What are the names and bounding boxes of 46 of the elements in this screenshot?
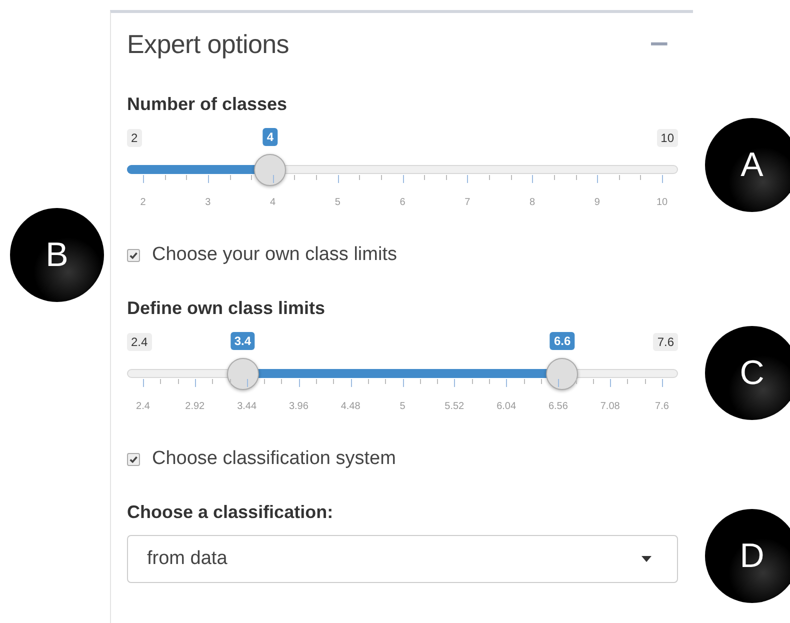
value-label: 6.6 [550,332,575,350]
checkbox-label[interactable]: Choose classification system [152,447,396,471]
slider-handle[interactable] [546,358,578,390]
scale-label: 4.48 [340,401,360,412]
scale-label: 6.56 [548,401,568,412]
field-label: Define own class limits [127,297,326,319]
scale-label: 8 [529,197,536,208]
scale-label: 7.6 [655,401,669,412]
callout-marker: A [705,118,790,212]
scale-label: 5 [400,401,406,412]
scale-label: 7 [464,197,470,208]
caret-icon [641,556,652,562]
scale-label: 4 [270,197,276,208]
scale-label: 3 [205,197,211,208]
slider-handle[interactable] [254,154,286,186]
callout-marker: B [10,208,104,302]
scale-label: 5.52 [444,401,464,412]
checkbox-label[interactable]: Choose your own class limits [152,243,397,267]
max-label: 7.6 [653,333,678,351]
scale-label: 6.04 [496,401,516,412]
checkbox[interactable] [127,248,140,262]
scale-label: 2.92 [185,401,205,412]
field-label: Number of classes [127,93,288,115]
slider-handle[interactable] [226,358,259,390]
field-label: Choose a classification: [127,501,334,523]
scale-label: 3.96 [288,401,308,412]
scale-label: 9 [594,197,600,208]
scale-label: 7.08 [600,401,620,412]
min-label: 2 [127,129,142,147]
max-label: 10 [656,129,678,147]
scale-label: 10 [656,197,668,208]
scale-label: 2 [140,197,146,208]
min-label: 2.4 [127,333,152,351]
classification-dropdown[interactable]: from data [127,535,678,583]
slider-track[interactable] [127,154,678,186]
value-label: 3.4 [230,332,256,350]
checkbox[interactable] [127,452,140,466]
callout-marker: D [705,509,790,603]
value-label: 4 [262,128,278,146]
slider-track[interactable] [127,358,678,390]
panel-title: Expert options [127,28,290,60]
callout-marker: C [705,326,790,420]
scale-label: 3.44 [237,401,257,412]
scale-label: 6 [400,197,406,208]
scale-label: 5 [334,197,340,208]
scale-label: 2.4 [136,401,150,412]
